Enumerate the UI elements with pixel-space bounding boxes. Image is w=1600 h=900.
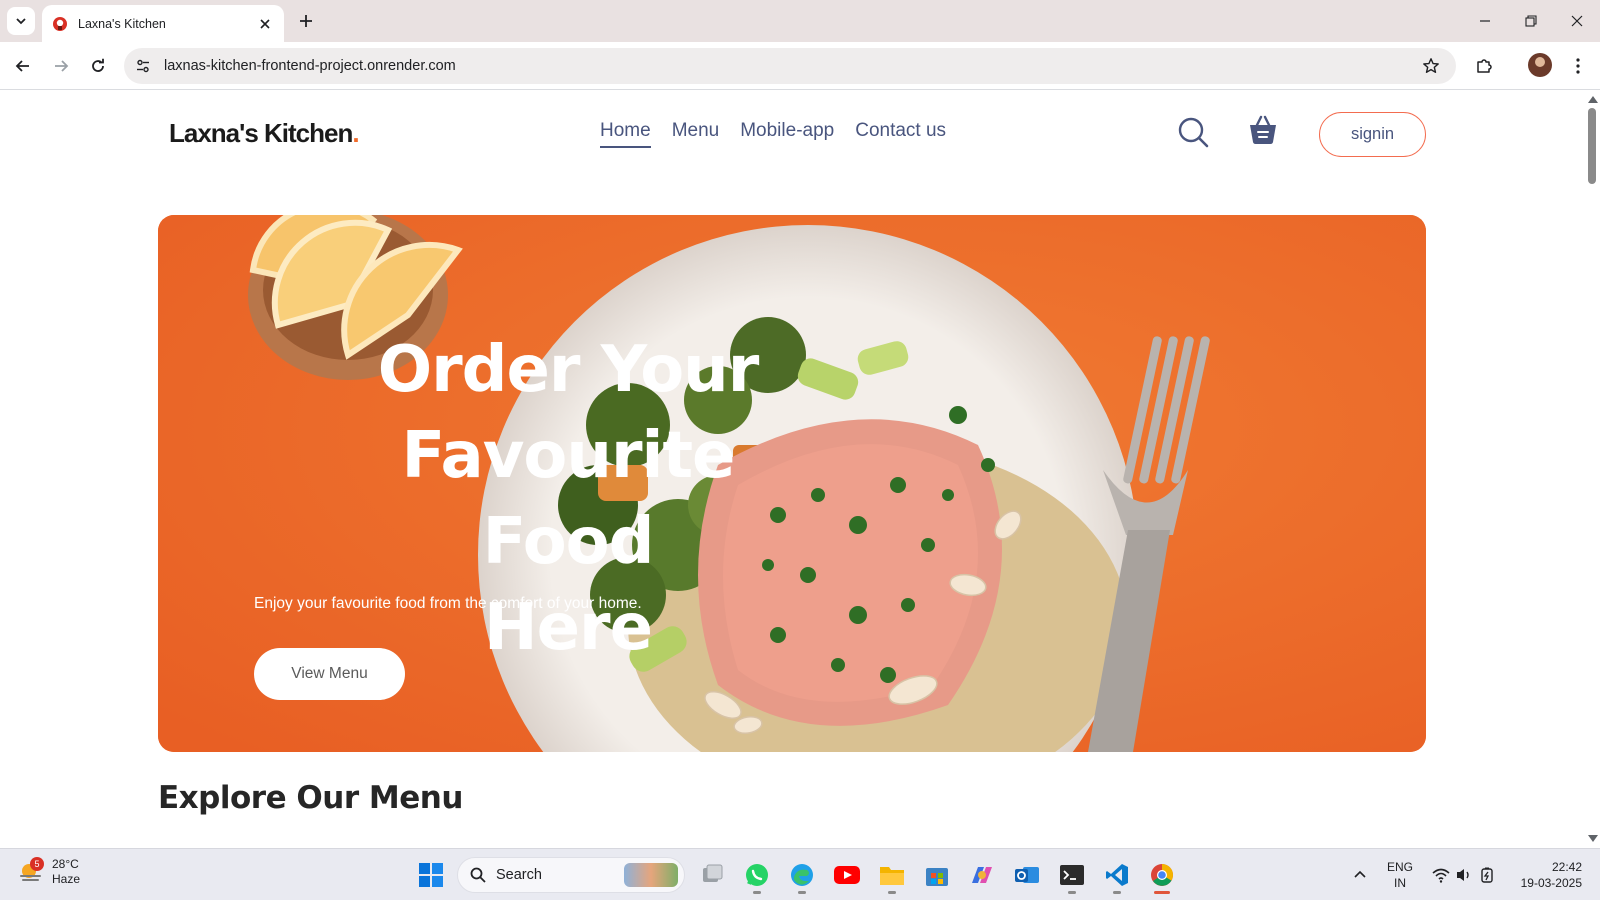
browser-menu-button[interactable] (1565, 53, 1591, 79)
browser-tab[interactable]: Laxna's Kitchen (42, 5, 284, 42)
clock-date: 19-03-2025 (1520, 876, 1582, 890)
site-favicon-icon (52, 16, 68, 32)
scroll-up-arrow-icon[interactable] (1588, 96, 1598, 103)
tab-title: Laxna's Kitchen (78, 16, 166, 31)
windows-logo-icon (419, 863, 443, 887)
nav-contact-us[interactable]: Contact us (855, 120, 946, 148)
tab-search-button[interactable] (7, 7, 35, 35)
running-indicator (1154, 891, 1170, 894)
hero-title-line-1: Order Your (377, 333, 760, 407)
signin-button[interactable]: signin (1319, 112, 1426, 157)
browser-toolbar: laxnas-kitchen-frontend-project.onrender… (0, 42, 1600, 90)
minimize-button[interactable] (1472, 8, 1498, 34)
youtube-icon[interactable] (831, 859, 863, 891)
start-button[interactable] (418, 862, 444, 888)
page-viewport: Laxna's Kitchen. Home Menu Mobile-app Co… (0, 90, 1584, 848)
page-scrollbar[interactable] (1584, 90, 1600, 848)
running-indicator (888, 891, 896, 894)
new-tab-button[interactable] (294, 9, 318, 33)
back-button[interactable] (10, 53, 36, 79)
outlook-icon[interactable] (1011, 859, 1043, 891)
task-view-icon[interactable] (696, 859, 728, 891)
explore-menu-heading: Explore Our Menu (158, 780, 463, 816)
url-text[interactable]: laxnas-kitchen-frontend-project.onrender… (164, 58, 1416, 74)
windows-taskbar: 5 28°C Haze Search ENG IN 22:42 19-03-20… (0, 848, 1600, 900)
file-explorer-icon[interactable] (876, 859, 908, 894)
weather-haze-icon: 5 (18, 857, 44, 885)
scroll-down-arrow-icon[interactable] (1588, 835, 1598, 842)
chrome-icon[interactable] (1146, 859, 1178, 894)
logo-text: Laxna's Kitchen (169, 118, 353, 148)
bookmark-star-icon[interactable] (1416, 51, 1446, 81)
battery-icon[interactable] (1472, 859, 1504, 891)
close-window-button[interactable] (1564, 8, 1590, 34)
lang-region: IN (1394, 876, 1406, 890)
reload-button[interactable] (85, 53, 111, 79)
hero-banner: Order Your Favourite Food Here Enjoy you… (158, 215, 1426, 752)
whatsapp-icon[interactable] (741, 859, 773, 894)
search-icon (470, 867, 486, 883)
running-indicator (1113, 891, 1121, 894)
forward-button[interactable] (48, 53, 74, 79)
logo-dot: . (352, 118, 359, 148)
nav-menu[interactable]: Menu (672, 120, 720, 148)
show-hidden-icons-button[interactable] (1344, 859, 1376, 891)
scroll-thumb[interactable] (1588, 108, 1596, 184)
weather-badge: 5 (30, 857, 44, 871)
terminal-icon[interactable] (1056, 859, 1088, 894)
search-icon (1178, 117, 1209, 148)
running-indicator (1068, 891, 1076, 894)
chevron-up-icon (1354, 870, 1366, 878)
site-info-icon[interactable] (128, 51, 158, 81)
reload-icon (92, 58, 104, 72)
clock-time: 22:42 (1551, 860, 1582, 874)
nav-home[interactable]: Home (600, 120, 651, 148)
system-clock[interactable]: 22:42 19-03-2025 (1512, 859, 1582, 891)
restore-icon (1525, 15, 1537, 27)
search-button[interactable] (1175, 114, 1211, 150)
minimize-icon (1480, 20, 1490, 22)
restore-button[interactable] (1518, 8, 1544, 34)
profile-avatar[interactable] (1528, 53, 1552, 77)
language-indicator[interactable]: ENG IN (1387, 859, 1413, 891)
address-bar[interactable]: laxnas-kitchen-frontend-project.onrender… (124, 48, 1456, 84)
ms-store-icon[interactable] (921, 859, 953, 891)
copilot-icon[interactable] (966, 859, 998, 891)
extensions-button[interactable] (1471, 53, 1497, 79)
plus-icon (300, 15, 312, 27)
browser-tab-strip: Laxna's Kitchen (0, 0, 1600, 42)
taskbar-search[interactable]: Search (457, 857, 685, 893)
running-indicator (798, 891, 806, 894)
main-nav: Home Menu Mobile-app Contact us (600, 120, 946, 148)
view-menu-button[interactable]: View Menu (254, 648, 405, 700)
weather-temp: 28°C (52, 857, 79, 871)
lang-code: ENG (1387, 860, 1414, 874)
kebab-menu-icon (1576, 58, 1580, 74)
puzzle-icon (1477, 59, 1492, 73)
nav-mobile-app[interactable]: Mobile-app (740, 120, 834, 148)
hero-title: Order Your Favourite Food Here (308, 327, 828, 671)
running-indicator (753, 891, 761, 894)
taskbar-search-label: Search (496, 867, 542, 883)
hero-subtitle: Enjoy your favourite food from the comfo… (254, 595, 642, 612)
hero-title-line-2: Favourite Food (401, 419, 736, 579)
search-highlight-image (624, 863, 678, 887)
basket-icon (1250, 115, 1276, 144)
chevron-down-icon (16, 18, 26, 25)
close-tab-icon[interactable] (256, 15, 274, 33)
close-icon (1571, 15, 1583, 27)
cart-button[interactable] (1245, 112, 1281, 148)
edge-icon[interactable] (786, 859, 818, 894)
weather-desc: Haze (52, 872, 81, 886)
arrow-right-icon (55, 60, 69, 72)
weather-widget[interactable]: 5 28°C Haze (18, 857, 80, 887)
site-logo[interactable]: Laxna's Kitchen. (169, 118, 360, 149)
arrow-left-icon (15, 60, 29, 72)
vscode-icon[interactable] (1101, 859, 1133, 894)
